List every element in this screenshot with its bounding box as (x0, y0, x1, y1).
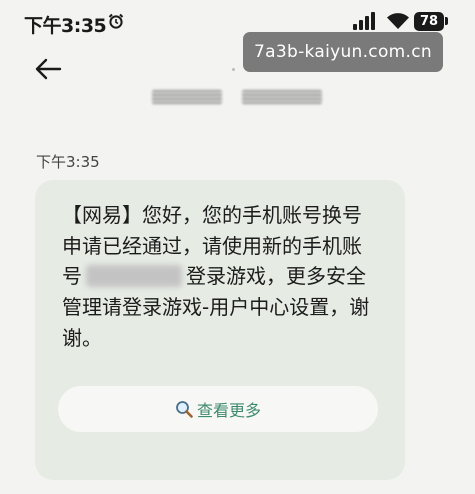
view-more-label: 查看更多 (196, 401, 261, 420)
message-line: 谢。 (62, 325, 102, 350)
sender-name-redacted (152, 90, 327, 104)
battery-level: 78 (414, 12, 444, 31)
message-text: 【网易】您好，您的手机账号换号 申请已经通过，请使用新的手机账 号 登录游戏，更多… (62, 200, 380, 353)
message-line-prefix: 号 (62, 264, 82, 289)
message-line: 申请已经通过，请使用新的手机账 (62, 233, 362, 258)
signal-icon (353, 12, 375, 30)
watermark-url: 7a3b-kaiyun.com.cn (243, 32, 443, 72)
message-line: 【网易】您好，您的手机账号换号 (62, 203, 362, 227)
message-line-with-redaction: 号 登录游戏，更多安全 (62, 261, 380, 292)
status-time: 下午3:35 (24, 15, 107, 37)
redacted-phone-number (86, 265, 182, 288)
back-arrow-icon[interactable] (34, 57, 62, 81)
sender-dot (232, 68, 235, 71)
battery-tip (445, 17, 448, 25)
search-icon (176, 401, 193, 418)
message-line: 管理请登录游戏-用户中心设置，谢 (62, 295, 370, 320)
wifi-icon (387, 13, 409, 29)
alarm-icon (108, 13, 124, 29)
message-line-suffix: 登录游戏，更多安全 (186, 264, 366, 289)
message-timestamp: 下午3:35 (36, 153, 100, 171)
view-more-button[interactable]: 查看更多 (58, 386, 378, 432)
